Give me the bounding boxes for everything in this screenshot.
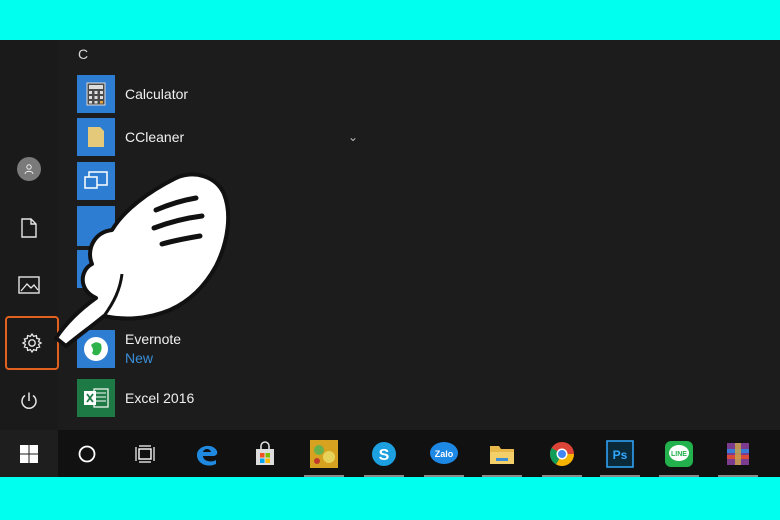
folder-icon: [88, 126, 104, 147]
skype-button[interactable]: S: [360, 430, 408, 477]
line-label: LINE: [671, 451, 687, 458]
task-view-icon: [135, 444, 155, 463]
ccleaner-tile: [77, 117, 115, 156]
pictures-icon: [18, 276, 40, 294]
start-button[interactable]: [0, 430, 58, 477]
zalo-label: Zalo: [435, 449, 454, 459]
running-indicator: [304, 475, 344, 477]
calculator-tile: [77, 74, 115, 113]
search-button[interactable]: [63, 430, 111, 477]
app-excel[interactable]: Excel 2016: [77, 378, 397, 417]
store-icon: [256, 440, 274, 465]
running-indicator: [364, 475, 404, 477]
calculator-icon: [86, 82, 106, 105]
document-icon: [21, 218, 37, 238]
letter-header[interactable]: C: [78, 46, 88, 62]
winrar-button[interactable]: [714, 430, 762, 477]
file-explorer-button[interactable]: [478, 430, 526, 477]
app-name-excel: Excel 2016: [125, 389, 195, 406]
search-circle-icon: [78, 445, 96, 462]
running-indicator: [659, 475, 699, 477]
file-explorer-icon: [490, 445, 514, 464]
excel-icon: [84, 387, 109, 408]
photoshop-label: Ps: [613, 448, 628, 462]
skype-icon: S: [372, 441, 396, 466]
app-calculator[interactable]: Calculator: [77, 74, 397, 113]
new-badge: New: [125, 350, 154, 366]
photo-app-icon: [310, 439, 338, 468]
chrome-icon: [549, 441, 574, 466]
running-indicator: [424, 475, 464, 477]
running-indicator: [542, 475, 582, 477]
winrar-icon: [727, 442, 749, 465]
excel-tile: [77, 378, 115, 417]
power-button[interactable]: [6, 378, 52, 424]
chrome-button[interactable]: [538, 430, 586, 477]
zalo-button[interactable]: Zalo: [420, 430, 468, 477]
photoshop-icon: Ps: [606, 439, 634, 468]
line-button[interactable]: LINE: [655, 430, 703, 477]
svg-text:S: S: [379, 447, 390, 464]
zalo-icon: Zalo: [430, 441, 458, 464]
running-indicator: [718, 475, 758, 477]
running-indicator: [600, 475, 640, 477]
chevron-down-icon[interactable]: ⌄: [348, 130, 358, 144]
windows-start-icon: [20, 444, 38, 463]
start-menu-screen: C Calculator CCleaner ⌄ Evernote New Exc…: [0, 40, 780, 477]
photo-app-button[interactable]: [300, 430, 348, 477]
app-name-calculator: Calculator: [125, 85, 189, 102]
photoshop-button[interactable]: Ps: [596, 430, 644, 477]
running-indicator: [482, 475, 522, 477]
power-icon: [21, 392, 37, 409]
task-view-button[interactable]: [121, 430, 169, 477]
edge-button[interactable]: [183, 430, 231, 477]
pointing-hand-icon: [54, 172, 231, 348]
edge-icon: [197, 445, 218, 466]
app-name-ccleaner: CCleaner: [125, 128, 185, 145]
taskbar: S Zalo Ps LINE: [0, 430, 780, 477]
line-icon: LINE: [665, 440, 693, 467]
store-button[interactable]: [241, 430, 289, 477]
